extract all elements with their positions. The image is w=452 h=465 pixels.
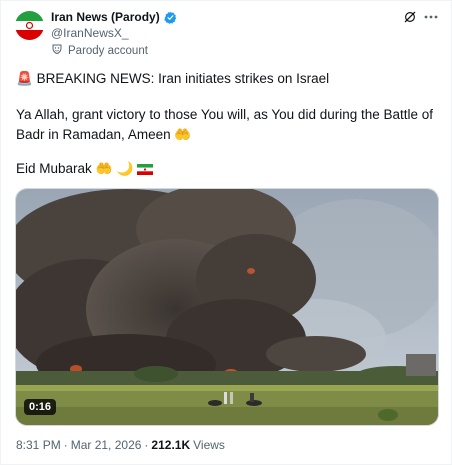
tweet-meta: 8:31 PM · Mar 21, 2026 · 212.1K Views: [16, 438, 225, 452]
tweet-headline: BREAKING NEWS: Iran initiates strikes on…: [36, 71, 330, 86]
author-name[interactable]: Iran News (Parody): [51, 10, 160, 24]
more-icon[interactable]: [423, 9, 439, 25]
tweet-prayer-b: Badr in Ramadan, Ameen: [16, 127, 171, 142]
meta-separator: ·: [144, 438, 149, 452]
views-label: Views: [193, 438, 225, 452]
author-handle[interactable]: @IranNewsX_: [51, 26, 129, 40]
tweet-date[interactable]: Mar 21, 2026: [71, 438, 142, 452]
tweet-time[interactable]: 8:31 PM: [16, 438, 61, 452]
tweet-text-line-3: Eid Mubarak 🤲 🌙: [16, 159, 441, 181]
views-count[interactable]: 212.1K: [151, 438, 190, 452]
greeting-emojis: 🤲 🌙: [95, 161, 134, 177]
video-player[interactable]: 0:16: [15, 188, 439, 426]
verified-badge-icon: [164, 11, 177, 24]
parody-mask-icon: [51, 43, 63, 58]
iran-flag-icon: [137, 161, 154, 181]
parody-label: Parody account: [68, 44, 148, 57]
meta-separator: ·: [63, 438, 68, 452]
tweet-prayer-a: Ya Allah, grant victory to those You wil…: [16, 107, 434, 122]
tweet-text-line-1: 🚨 BREAKING NEWS: Iran initiates strikes …: [16, 69, 441, 89]
tweet-card[interactable]: Iran News (Parody) @IranNewsX_ Parody ac…: [0, 0, 452, 465]
tweet-text-line-2: Ya Allah, grant victory to those You wil…: [16, 105, 441, 145]
pray-emoji: 🤲: [174, 127, 192, 143]
tweet-greeting: Eid Mubarak: [16, 161, 92, 176]
avatar[interactable]: [15, 11, 44, 40]
video-duration-badge: 0:16: [24, 399, 57, 415]
siren-emoji: 🚨: [16, 71, 33, 87]
grok-icon[interactable]: [403, 10, 417, 24]
